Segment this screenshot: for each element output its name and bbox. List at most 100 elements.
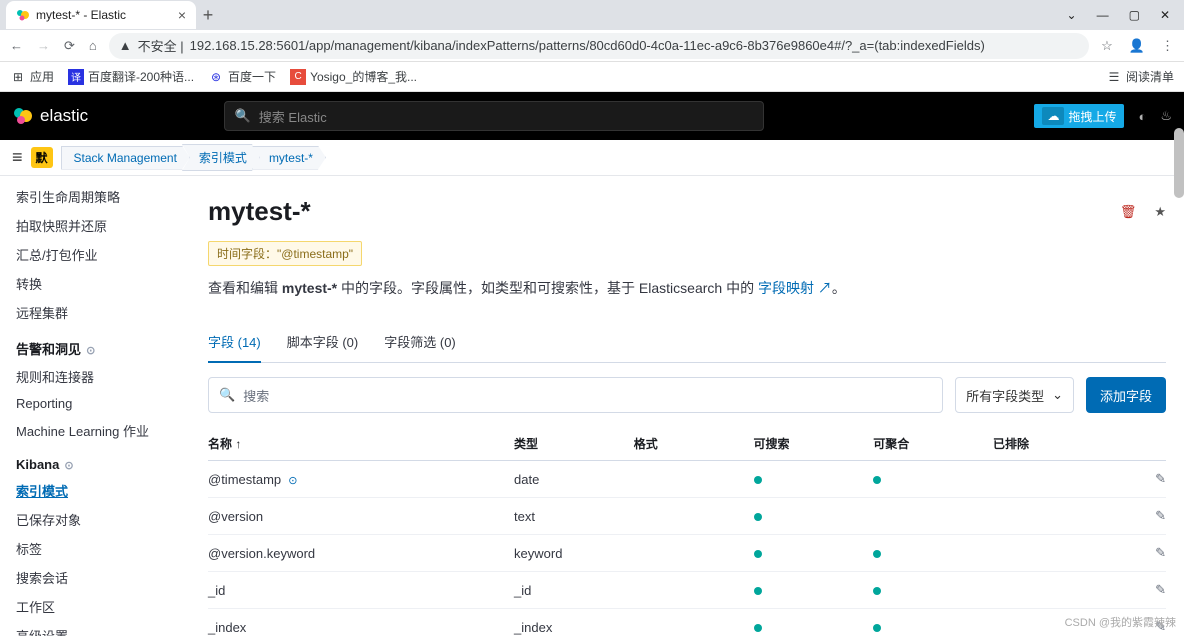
default-space-badge[interactable]: 默 — [31, 147, 53, 168]
col-name[interactable]: 名称 ↑ — [208, 435, 514, 452]
table-header: 名称 ↑ 类型 格式 可搜索 可聚合 已排除 — [208, 427, 1166, 461]
col-searchable[interactable]: 可搜索 — [754, 435, 874, 452]
bookmarks-bar: ⊞应用 译百度翻译-200种语... ⊛百度一下 CYosigo_的博客_我..… — [0, 62, 1184, 92]
tab-scripted-fields[interactable]: 脚本字段 (0) — [287, 322, 359, 362]
sidebar-item-index-patterns[interactable]: 索引模式 — [16, 476, 186, 505]
col-format[interactable]: 格式 — [634, 435, 754, 452]
sidebar-item[interactable]: 远程集群 — [16, 298, 186, 327]
cell-aggregatable — [873, 472, 993, 487]
watermark: CSDN @我的紫霞辣辣 — [1065, 614, 1176, 630]
sidebar-section-alerts: 告警和洞见 ⊙ — [16, 327, 186, 362]
dot-icon — [754, 587, 762, 595]
cell-name: _index — [208, 620, 514, 635]
cell-searchable — [754, 472, 874, 487]
sidebar-item[interactable]: 高级设置 — [16, 621, 186, 636]
field-search-input[interactable]: 🔍搜索 — [208, 377, 943, 413]
col-aggregatable[interactable]: 可聚合 — [873, 435, 993, 452]
table-row: @versiontext✎ — [208, 498, 1166, 535]
cell-aggregatable — [873, 583, 993, 598]
table-row: @version.keywordkeyword✎ — [208, 535, 1166, 572]
sidebar-item[interactable]: 标签 — [16, 534, 186, 563]
cell-searchable — [754, 620, 874, 635]
info-icon: ⊙ — [61, 460, 73, 472]
breadcrumb-item[interactable]: Stack Management — [61, 146, 190, 170]
profile-icon[interactable]: 👤 — [1129, 38, 1145, 54]
sidebar-item[interactable]: 转换 — [16, 269, 186, 298]
cell-type: _index — [514, 620, 634, 635]
sidebar-item[interactable]: Machine Learning 作业 — [16, 416, 186, 445]
search-placeholder: 搜索 Elastic — [259, 107, 327, 126]
global-search[interactable]: 🔍 搜索 Elastic — [224, 101, 764, 131]
field-mapping-link[interactable]: 字段映射 ↗ — [758, 280, 832, 296]
close-icon[interactable]: × — [178, 7, 186, 23]
home-icon[interactable]: ⌂ — [89, 38, 97, 53]
menu-icon[interactable]: ⋮ — [1161, 38, 1174, 54]
cell-type: keyword — [514, 546, 634, 561]
favorite-icon[interactable]: ★ — [1154, 204, 1166, 220]
cell-searchable — [754, 583, 874, 598]
chevron-down-icon: ⌄ — [1052, 387, 1063, 403]
add-field-button[interactable]: 添加字段 — [1086, 377, 1166, 413]
close-window-icon[interactable]: ✕ — [1160, 8, 1170, 22]
col-excluded[interactable]: 已排除 — [993, 435, 1113, 452]
dot-icon — [873, 476, 881, 484]
back-icon[interactable]: ← — [10, 38, 23, 53]
edit-icon[interactable]: ✎ — [1155, 582, 1166, 597]
tabs: 字段 (14) 脚本字段 (0) 字段筛选 (0) — [208, 322, 1166, 363]
sidebar-item[interactable]: Reporting — [16, 391, 186, 416]
cell-type: date — [514, 472, 634, 487]
controls: 🔍搜索 所有字段类型⌄ 添加字段 — [208, 377, 1166, 413]
reload-icon[interactable]: ⟳ — [64, 38, 75, 54]
news-icon[interactable]: ♨ — [1160, 108, 1172, 124]
caret-down-icon[interactable]: ⌄ — [1067, 8, 1077, 22]
forward-icon[interactable]: → — [37, 38, 50, 53]
edit-icon[interactable]: ✎ — [1155, 471, 1166, 486]
dot-icon — [754, 624, 762, 632]
bookmark-baidu[interactable]: ⊛百度一下 — [208, 68, 276, 85]
reading-list-button[interactable]: ☰阅读清单 — [1106, 68, 1174, 85]
col-type[interactable]: 类型 — [514, 435, 634, 452]
sidebar-item[interactable]: 搜索会话 — [16, 563, 186, 592]
delete-icon[interactable]: 🗑 — [1120, 204, 1137, 220]
bookmark-yosigo[interactable]: CYosigo_的博客_我... — [290, 68, 417, 85]
baidu-icon: ⊛ — [208, 69, 224, 85]
browser-tab[interactable]: mytest-* - Elastic × — [6, 1, 196, 29]
sidebar-item[interactable]: 工作区 — [16, 592, 186, 621]
edit-icon[interactable]: ✎ — [1155, 508, 1166, 523]
sidebar-item[interactable]: 已保存对象 — [16, 505, 186, 534]
breadcrumb-item[interactable]: mytest-* — [252, 146, 326, 170]
new-tab-button[interactable]: + — [196, 5, 220, 26]
star-icon[interactable]: ☆ — [1101, 38, 1113, 54]
content: mytest-* 🗑 ★ 时间字段："@timestamp" 查看和编辑 myt… — [186, 176, 1184, 636]
tab-fields[interactable]: 字段 (14) — [208, 322, 261, 363]
url-box[interactable]: ▲ 不安全 | 192.168.15.28:5601/app/managemen… — [109, 33, 1089, 59]
nav-toggle-icon[interactable]: ≡ — [12, 147, 23, 168]
sidebar-item[interactable]: 拍取快照并还原 — [16, 211, 186, 240]
apps-button[interactable]: ⊞应用 — [10, 68, 54, 85]
type-filter-select[interactable]: 所有字段类型⌄ — [955, 377, 1074, 413]
main-layout: 索引生命周期策略 拍取快照并还原 汇总/打包作业 转换 远程集群 告警和洞见 ⊙… — [0, 176, 1184, 636]
help-icon[interactable]: ◐ — [1138, 109, 1146, 124]
elastic-logo[interactable]: elastic — [12, 105, 88, 127]
cell-type: _id — [514, 583, 634, 598]
sidebar-item[interactable]: 汇总/打包作业 — [16, 240, 186, 269]
tab-field-filters[interactable]: 字段筛选 (0) — [384, 322, 456, 362]
bookmark-baidu-translate[interactable]: 译百度翻译-200种语... — [68, 68, 194, 85]
apps-icon: ⊞ — [10, 69, 26, 85]
url-insecure-label: 不安全 | — [138, 36, 184, 55]
insecure-icon: ▲ — [119, 38, 132, 53]
sidebar-item[interactable]: 规则和连接器 — [16, 362, 186, 391]
minimize-icon[interactable]: — — [1097, 8, 1109, 22]
breadcrumb: Stack Management 索引模式 mytest-* — [61, 144, 326, 171]
breadcrumb-item[interactable]: 索引模式 — [182, 144, 260, 171]
sub-header: ≡ 默 Stack Management 索引模式 mytest-* — [0, 140, 1184, 176]
elastic-favicon — [16, 8, 30, 22]
edit-icon[interactable]: ✎ — [1155, 545, 1166, 560]
upload-button[interactable]: ☁拖拽上传 — [1034, 104, 1124, 128]
sidebar: 索引生命周期策略 拍取快照并还原 汇总/打包作业 转换 远程集群 告警和洞见 ⊙… — [0, 176, 186, 636]
sidebar-item[interactable]: 索引生命周期策略 — [16, 182, 186, 211]
scrollbar[interactable] — [1174, 128, 1184, 198]
cell-name: @timestamp ⊙ — [208, 472, 514, 487]
maximize-icon[interactable]: ▢ — [1129, 8, 1140, 22]
table-row: _id_id✎ — [208, 572, 1166, 609]
